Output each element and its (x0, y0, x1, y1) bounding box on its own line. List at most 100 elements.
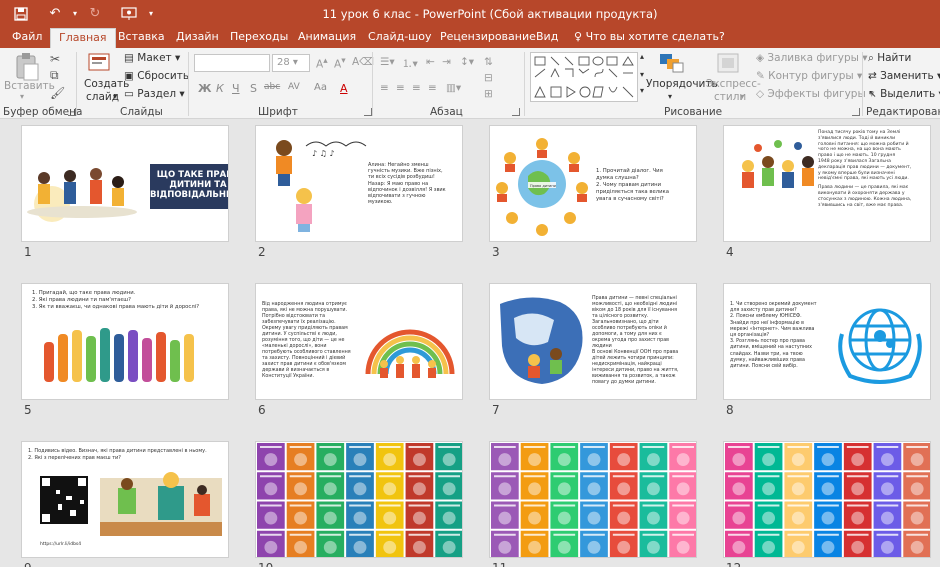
undo-dropdown-icon[interactable]: ▾ (64, 4, 86, 24)
shapes-scroll-down-icon[interactable]: ▾ (640, 70, 644, 79)
quick-styles-label-1[interactable]: Экспресс- (706, 78, 761, 90)
slide-number: 3 (492, 245, 500, 259)
shadow-button[interactable]: S (250, 82, 257, 95)
shapes-more-icon[interactable]: ▾ (640, 86, 644, 95)
redo-icon[interactable]: ↻ (84, 4, 106, 24)
bold-button[interactable]: Ж (198, 82, 211, 95)
underline-button[interactable]: Ч (232, 82, 240, 95)
justify-icon[interactable]: ≡ (428, 82, 437, 94)
slide-thumbnail-2[interactable]: ♪ ♫ ♪ Алина: Негайно зменш гучність музи… (255, 125, 463, 242)
font-name-input[interactable] (194, 54, 270, 72)
cut-icon[interactable]: ✂ (50, 52, 60, 66)
char-spacing-button[interactable]: AV (288, 82, 300, 92)
new-slide-label-1[interactable]: Создать (84, 78, 129, 90)
shape-fill-button[interactable]: ◈ Заливка фигуры ▾ (756, 52, 868, 64)
clear-formatting-icon[interactable]: A⌫ (352, 56, 374, 68)
poster-figure (264, 540, 278, 554)
quick-styles-icon[interactable] (716, 52, 740, 77)
paste-dropdown-icon[interactable]: ▾ (20, 92, 24, 101)
poster-caption (612, 533, 635, 536)
slideshow-start-icon[interactable] (118, 4, 140, 24)
poster-caption (408, 533, 431, 536)
align-left-icon[interactable]: ≡ (380, 82, 389, 94)
font-launcher-icon[interactable] (364, 108, 372, 116)
layout-button[interactable]: ▤ Макет ▾ (124, 52, 180, 64)
slide-thumbnail-12[interactable] (723, 441, 931, 558)
poster-caption (260, 475, 282, 478)
format-painter-icon[interactable]: 🖌 (50, 86, 65, 100)
poster-caption (553, 446, 576, 448)
tab-slideshow[interactable]: Слайд-шоу (360, 28, 439, 48)
poster-caption (757, 475, 780, 478)
find-button[interactable]: ⌕ Найти (868, 52, 911, 65)
new-slide-dropdown-icon[interactable]: ▾ (113, 92, 117, 101)
italic-button[interactable]: К (216, 82, 224, 95)
arrange-dropdown-icon[interactable]: ▾ (668, 92, 672, 101)
numbering-icon[interactable]: ⒈▾ (402, 56, 418, 71)
slide-thumbnail-3[interactable]: Права дитини 1. Прочитай діалог. Чия дум… (489, 125, 697, 242)
shrink-font-icon[interactable]: A▾ (334, 56, 346, 71)
grow-font-icon[interactable]: A▴ (316, 56, 328, 71)
poster-figure (791, 511, 805, 525)
font-color-button[interactable]: A (340, 82, 348, 95)
slide-thumbnail-7[interactable]: Права дитини — певні спеціальні можливос… (489, 283, 697, 400)
clipboard-launcher-icon[interactable] (68, 108, 76, 116)
tab-transitions[interactable]: Переходы (222, 28, 296, 48)
tab-design[interactable]: Дизайн (168, 28, 227, 48)
bullets-icon[interactable]: ☰▾ (380, 56, 395, 68)
strikethrough-button[interactable]: abc (264, 82, 280, 92)
replace-button[interactable]: ⇄ Заменить ▾ (868, 70, 940, 82)
shape-outline-button[interactable]: ✎ Контур фигуры ▾ (756, 70, 862, 82)
tell-me-box[interactable]: ♀ Что вы хотите сделать? (574, 28, 725, 48)
slide-thumbnail-4[interactable]: Понад тисячу років тому на Землі з'явили… (723, 125, 931, 242)
select-button[interactable]: ↖ Выделить ▾ (868, 88, 940, 100)
tab-view[interactable]: Вид (528, 28, 566, 48)
slide-thumbnail-8[interactable]: 1. Чи створено окремий документ для захи… (723, 283, 931, 400)
align-text-icon[interactable]: ⊟ (484, 72, 493, 84)
quick-styles-dropdown-icon[interactable]: ▾ (740, 92, 744, 101)
smartart-icon[interactable]: ⊞ (484, 88, 493, 100)
copy-icon[interactable]: ⧉ (50, 68, 59, 83)
arrange-icon[interactable] (658, 52, 686, 77)
slide-9-illustration (100, 472, 222, 536)
columns-icon[interactable]: ▥▾ (446, 82, 461, 94)
align-right-icon[interactable]: ≡ (412, 82, 421, 94)
poster-figure (676, 453, 690, 466)
slide-thumbnail-10[interactable] (255, 441, 463, 558)
slide-thumbnail-1[interactable]: ЩО ТАКЕ ПРАВА ДИТИНИ ТА ВІДПОВІДАЛЬНІСТЬ… (21, 125, 229, 242)
reset-button[interactable]: ▣ Сбросить (124, 70, 189, 82)
tab-animation[interactable]: Анимация (290, 28, 364, 48)
undo-icon[interactable]: ↶ (44, 4, 66, 24)
align-center-icon[interactable]: ≡ (396, 82, 405, 94)
tab-home[interactable]: Главная (50, 28, 116, 48)
slide-thumbnail-5[interactable]: 1. Пригадай, що таке права людини. 2. Як… (21, 283, 229, 400)
slide-thumbnail-9[interactable]: 1. Подивись відео. Визнач, які права дит… (21, 441, 229, 558)
poster-figure (587, 511, 601, 525)
slide-thumbnail-6[interactable]: Від народження людина отримує права, які… (255, 283, 463, 400)
poster-figure (587, 453, 601, 466)
save-icon[interactable] (10, 4, 32, 24)
paragraph-launcher-icon[interactable] (512, 108, 520, 116)
paste-button-label[interactable]: Вставить (4, 80, 55, 92)
poster-caption (728, 475, 750, 478)
drawing-launcher-icon[interactable] (852, 108, 860, 116)
poster-caption (728, 446, 750, 448)
line-spacing-icon[interactable]: ↕▾ (460, 56, 474, 68)
font-size-input[interactable]: 28 ▾ (272, 54, 310, 72)
tab-insert[interactable]: Вставка (110, 28, 173, 48)
poster-caption (642, 533, 665, 536)
shape-effects-button[interactable]: ◇ Эффекты фигуры ▾ (756, 88, 874, 100)
text-direction-icon[interactable]: ⇅ (484, 56, 493, 68)
new-slide-icon[interactable] (88, 52, 112, 77)
increase-indent-icon[interactable]: ⇥ (442, 56, 451, 68)
customize-toolbar-icon[interactable]: ▾ (140, 4, 162, 24)
shapes-scroll-up-icon[interactable]: ▴ (640, 52, 644, 61)
section-button[interactable]: ▭ Раздел ▾ (124, 88, 185, 100)
poster-caption (583, 504, 605, 507)
slide-thumbnail-11[interactable] (489, 441, 697, 558)
poster-caption (523, 475, 546, 478)
change-case-button[interactable]: Aa (314, 82, 327, 93)
shapes-gallery[interactable] (530, 52, 638, 102)
tab-file[interactable]: Файл (4, 28, 50, 48)
decrease-indent-icon[interactable]: ⇤ (426, 56, 435, 68)
